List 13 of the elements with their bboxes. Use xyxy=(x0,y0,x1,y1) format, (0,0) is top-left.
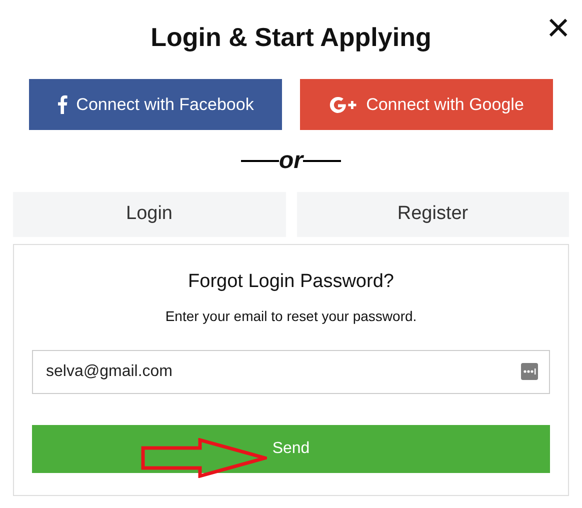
email-field[interactable]: selva@gmail.com xyxy=(32,350,550,394)
password-manager-icon[interactable] xyxy=(521,362,538,380)
google-plus-icon xyxy=(329,96,358,114)
dialog-title: Login & Start Applying xyxy=(150,22,432,54)
google-connect-button[interactable]: Connect with Google xyxy=(300,79,553,130)
form-heading: Forgot Login Password? xyxy=(187,271,395,294)
instruction-text: Enter your email to reset your password. xyxy=(164,306,418,326)
facebook-icon xyxy=(57,95,68,114)
divider-text: or xyxy=(279,146,303,176)
tab[interactable]: Login xyxy=(13,192,286,237)
facebook-connect-button[interactable]: Connect with Facebook xyxy=(29,79,282,130)
close-button[interactable]: × xyxy=(546,8,570,48)
tab[interactable]: Register xyxy=(296,192,569,237)
